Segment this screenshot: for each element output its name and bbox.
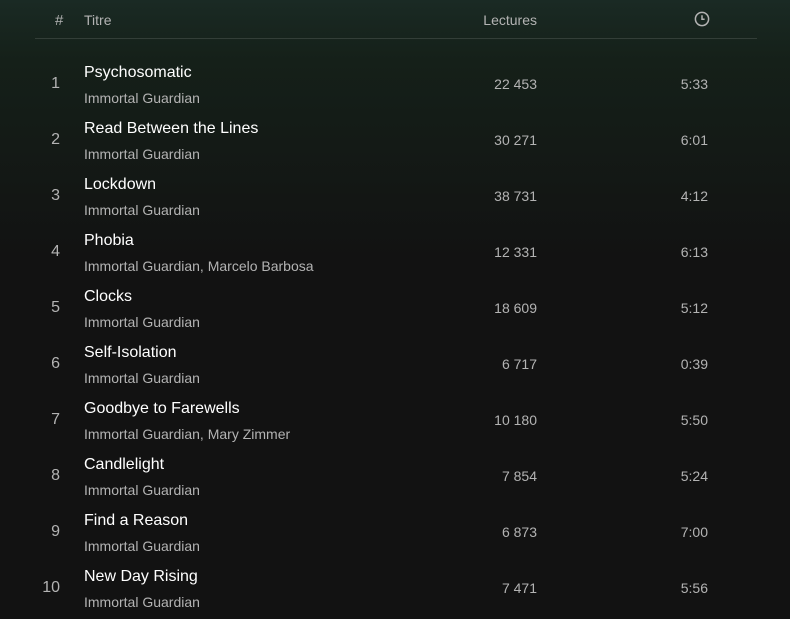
track-number: 1 [51, 75, 60, 92]
track-duration: 5:12 [680, 300, 708, 316]
track-artists[interactable]: Immortal Guardian [84, 90, 200, 106]
track-row[interactable]: 8 Candlelight Immortal Guardian 7 854 5:… [35, 448, 757, 504]
track-row[interactable]: 1 Psychosomatic Immortal Guardian 22 453… [35, 56, 757, 112]
track-artists[interactable]: Immortal Guardian, Marcelo Barbosa [84, 258, 314, 274]
track-title[interactable]: Goodbye to Farewells [84, 400, 240, 418]
track-title[interactable]: Find a Reason [84, 512, 188, 530]
track-artists[interactable]: Immortal Guardian [84, 314, 200, 330]
track-row[interactable]: 10 New Day Rising Immortal Guardian 7 47… [35, 560, 757, 616]
track-title[interactable]: New Day Rising [84, 568, 198, 586]
track-duration: 0:39 [680, 356, 708, 372]
track-artists[interactable]: Immortal Guardian [84, 482, 200, 498]
title-column-header: Titre [84, 12, 112, 28]
track-duration: 4:12 [680, 188, 708, 204]
track-number: 3 [51, 187, 60, 204]
track-row[interactable]: 2 Read Between the Lines Immortal Guardi… [35, 112, 757, 168]
track-title[interactable]: Psychosomatic [84, 64, 192, 82]
track-row[interactable]: 5 Clocks Immortal Guardian 18 609 5:12 [35, 280, 757, 336]
track-row[interactable]: 6 Self-Isolation Immortal Guardian 6 717… [35, 336, 757, 392]
track-duration: 7:00 [680, 524, 708, 540]
track-rows: 1 Psychosomatic Immortal Guardian 22 453… [35, 56, 757, 616]
tracklist: # Titre Lectures 1 Psychosomatic Immorta… [0, 0, 790, 619]
track-title[interactable]: Candlelight [84, 456, 164, 474]
track-plays: 7 471 [501, 580, 537, 596]
track-plays: 38 731 [494, 188, 537, 204]
track-artists[interactable]: Immortal Guardian [84, 538, 200, 554]
track-artists[interactable]: Immortal Guardian [84, 146, 200, 162]
clock-icon [694, 11, 710, 27]
track-number: 8 [51, 467, 60, 484]
track-number: 7 [51, 411, 60, 428]
track-title[interactable]: Read Between the Lines [84, 120, 258, 138]
track-plays: 22 453 [494, 76, 537, 92]
track-duration: 5:33 [680, 76, 708, 92]
track-artists[interactable]: Immortal Guardian, Mary Zimmer [84, 426, 290, 442]
track-title[interactable]: Self-Isolation [84, 344, 177, 362]
track-row[interactable]: 4 Phobia Immortal Guardian, Marcelo Barb… [35, 224, 757, 280]
track-row[interactable]: 9 Find a Reason Immortal Guardian 6 873 … [35, 504, 757, 560]
tracklist-header: # Titre Lectures [35, 0, 757, 39]
track-duration: 6:01 [680, 132, 708, 148]
track-title[interactable]: Lockdown [84, 176, 156, 194]
track-plays: 10 180 [494, 412, 537, 428]
track-artists[interactable]: Immortal Guardian [84, 370, 200, 386]
track-plays: 7 854 [501, 468, 537, 484]
track-row[interactable]: 7 Goodbye to Farewells Immortal Guardian… [35, 392, 757, 448]
track-artists[interactable]: Immortal Guardian [84, 594, 200, 610]
track-duration: 6:13 [680, 244, 708, 260]
track-row[interactable]: 3 Lockdown Immortal Guardian 38 731 4:12 [35, 168, 757, 224]
track-duration: 5:50 [680, 412, 708, 428]
track-number: 4 [51, 243, 60, 260]
track-number: 6 [51, 355, 60, 372]
track-plays: 30 271 [494, 132, 537, 148]
track-plays: 12 331 [494, 244, 537, 260]
track-title[interactable]: Phobia [84, 232, 134, 250]
track-number: 9 [51, 523, 60, 540]
track-duration: 5:24 [680, 468, 708, 484]
track-plays: 6 873 [501, 524, 537, 540]
plays-column-header: Lectures [483, 12, 537, 28]
track-number: 2 [51, 131, 60, 148]
number-column-header: # [55, 12, 64, 29]
track-plays: 18 609 [494, 300, 537, 316]
track-artists[interactable]: Immortal Guardian [84, 202, 200, 218]
track-number: 10 [42, 579, 60, 596]
track-duration: 5:56 [680, 580, 708, 596]
track-plays: 6 717 [501, 356, 537, 372]
track-number: 5 [51, 299, 60, 316]
track-title[interactable]: Clocks [84, 288, 132, 306]
